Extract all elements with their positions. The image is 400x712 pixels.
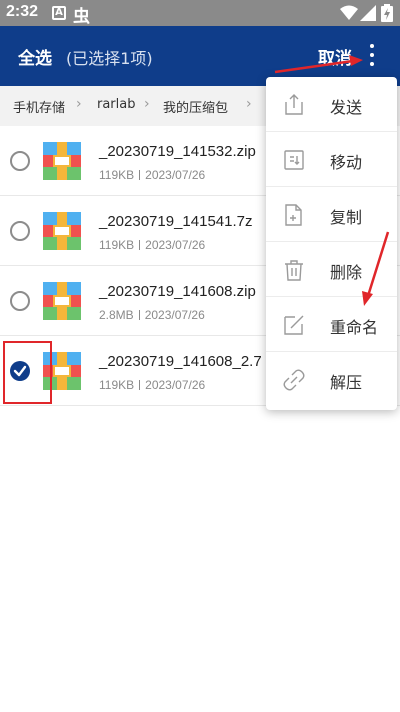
file-name: _20230719_141541.7z (99, 213, 253, 230)
move-icon (284, 150, 304, 170)
menu-item-copy[interactable]: 复制 (266, 187, 397, 242)
file-meta: 119KB 2023/07/26 (99, 168, 205, 182)
delete-icon (285, 260, 303, 281)
breadcrumb-separator: › (246, 96, 252, 112)
menu-label: 删除 (330, 263, 363, 282)
selected-count-label: (已选择1项) (66, 49, 153, 68)
notification-bug-icon: 虫 (73, 7, 90, 27)
meta-divider (139, 170, 141, 180)
file-date: 2023/07/26 (145, 168, 206, 182)
breadcrumb-item-phone-storage[interactable]: 手机存储 (13, 97, 65, 116)
menu-item-move[interactable]: 移动 (266, 132, 397, 187)
file-size: 119KB (99, 238, 135, 252)
archive-file-icon (43, 282, 81, 320)
file-name: _20230719_141532.zip (99, 143, 256, 160)
menu-label: 移动 (330, 153, 363, 172)
select-radio[interactable] (10, 151, 30, 171)
screen: 2:32 A 虫 全选 (已选择1项) 取消 手机存储 › rarlab › 我… (0, 0, 400, 712)
file-name: _20230719_141608.zip (99, 283, 256, 300)
menu-item-send[interactable]: 发送 (266, 77, 397, 132)
context-menu: 发送 移动 复制 删除 重命名 解压 (266, 77, 397, 410)
annotation-highlight-box (3, 341, 52, 404)
file-meta: 119KB 2023/07/26 (99, 238, 205, 252)
file-meta: 2.8MB 2023/07/26 (99, 308, 205, 322)
status-bar: 2:32 A 虫 (0, 0, 400, 27)
breadcrumb-item-my-archives[interactable]: 我的压缩包 (163, 97, 228, 116)
breadcrumb-separator: › (76, 96, 82, 112)
rename-icon (284, 315, 304, 335)
battery-icon (381, 4, 393, 22)
more-options-icon[interactable] (362, 38, 382, 74)
extract-icon (283, 369, 305, 391)
copy-icon (285, 204, 302, 226)
meta-divider (139, 380, 141, 390)
status-time: 2:32 (6, 3, 39, 20)
meta-divider (138, 310, 140, 320)
file-date: 2023/07/26 (144, 308, 205, 322)
share-icon (285, 94, 303, 115)
cancel-button[interactable]: 取消 (318, 44, 352, 69)
select-all-button[interactable]: 全选 (18, 44, 52, 69)
notification-a-icon: A (52, 6, 66, 20)
wifi-icon (340, 5, 358, 20)
breadcrumb-separator: › (144, 96, 150, 112)
file-size: 2.8MB (99, 308, 134, 322)
menu-label: 重命名 (330, 318, 379, 337)
file-name: _20230719_141608_2.7 (99, 353, 262, 370)
menu-label: 解压 (330, 373, 363, 392)
archive-file-icon (43, 142, 81, 180)
menu-item-delete[interactable]: 删除 (266, 242, 397, 297)
file-size: 119KB (99, 168, 135, 182)
signal-icon (360, 5, 376, 21)
meta-divider (139, 240, 141, 250)
menu-item-rename[interactable]: 重命名 (266, 297, 397, 352)
menu-label: 复制 (330, 208, 363, 227)
file-date: 2023/07/26 (145, 378, 206, 392)
archive-file-icon (43, 212, 81, 250)
menu-label: 发送 (330, 98, 363, 117)
breadcrumb-item-rarlab[interactable]: rarlab (97, 97, 136, 112)
file-date: 2023/07/26 (145, 238, 206, 252)
select-radio[interactable] (10, 291, 30, 311)
select-radio[interactable] (10, 221, 30, 241)
file-size: 119KB (99, 378, 135, 392)
file-meta: 119KB 2023/07/26 (99, 378, 205, 392)
menu-item-extract[interactable]: 解压 (266, 352, 397, 407)
